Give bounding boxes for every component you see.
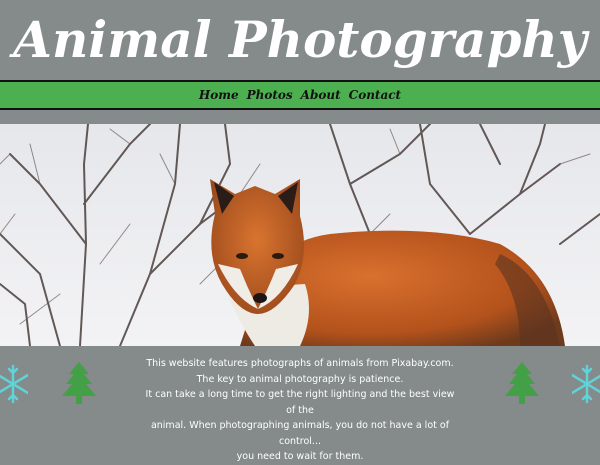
caption-line: This website features photographs of ani…: [146, 358, 454, 369]
caption-line: It can take a long time to get the right…: [145, 389, 455, 416]
caption-line: you need to wait for them.: [236, 451, 364, 462]
caption-line: The key to animal photography is patienc…: [196, 373, 404, 385]
nav-about-link[interactable]: About: [301, 88, 341, 102]
intro-text: This website features photographs of ani…: [140, 356, 460, 465]
site-title: Animal Photography: [13, 10, 587, 69]
hero-fox-photo: [0, 124, 600, 346]
nav-photos-link[interactable]: Photos: [247, 88, 293, 102]
pine-tree-icon: [62, 362, 96, 404]
nav-contact-link[interactable]: Contact: [349, 88, 401, 102]
pine-tree-icon: [505, 362, 539, 404]
nav-home-link[interactable]: Home: [199, 88, 239, 102]
snowflake-icon: [0, 364, 28, 404]
caption-line: animal. When photographing animals, you …: [150, 420, 450, 447]
snowflake-icon: [572, 364, 600, 404]
main-nav: Home Photos About Contact: [0, 80, 600, 110]
